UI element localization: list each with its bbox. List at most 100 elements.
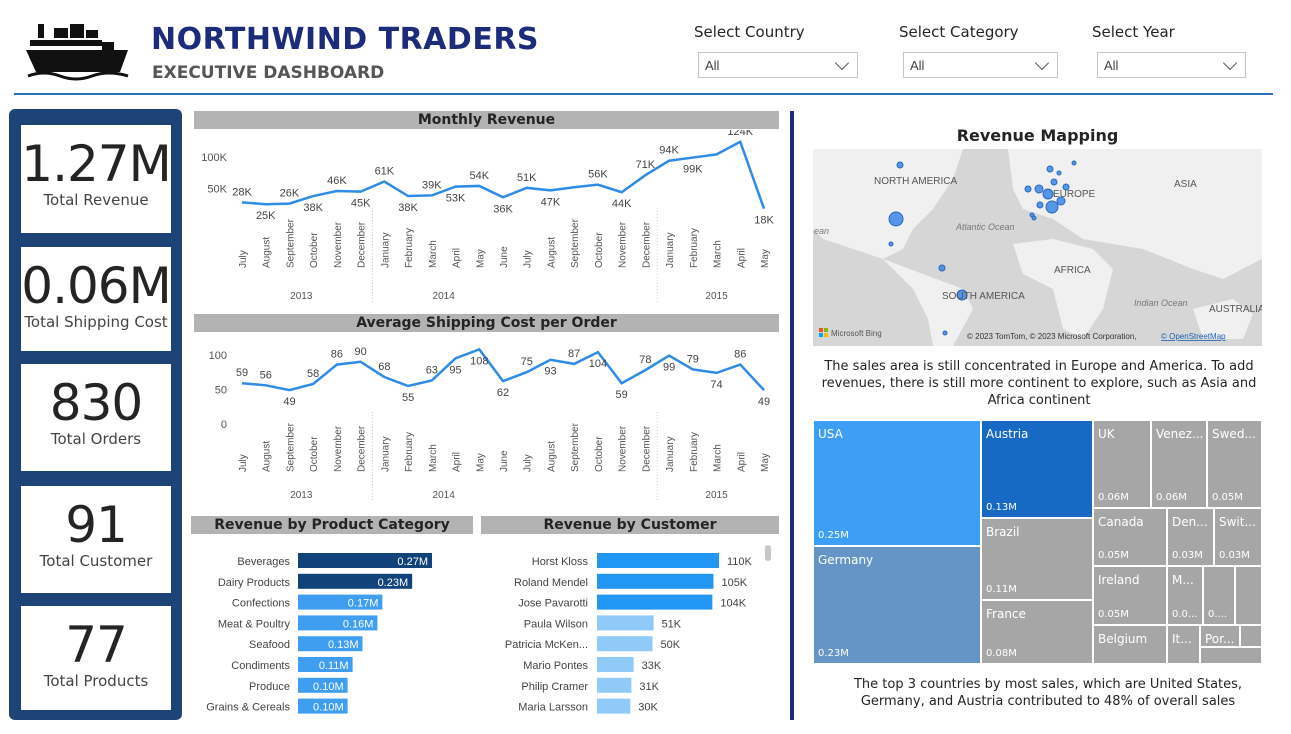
- data-label: 49: [758, 396, 770, 408]
- kpi-card-orders: 830 Total Orders: [21, 364, 171, 471]
- data-label: 104: [589, 358, 607, 370]
- data-label: 56K: [588, 169, 608, 181]
- bar: [597, 553, 719, 568]
- x-tick-label: September: [285, 422, 296, 472]
- product-category-title: Revenue by Product Category: [191, 516, 473, 534]
- treemap-cell[interactable]: USA 0.25M: [813, 420, 981, 546]
- x-tick-label: April: [736, 452, 747, 472]
- treemap-cell[interactable]: It...: [1167, 625, 1200, 664]
- monthly-revenue-chart[interactable]: 100K 50K 28K July 25K August 26K September 38K Oc…: [194, 130, 779, 310]
- category-filter-label: Select Category: [899, 23, 1019, 41]
- country-filter-value: All: [705, 57, 720, 73]
- data-label: 39K: [422, 179, 442, 191]
- x-tick-label: December: [641, 221, 652, 268]
- data-label: 108: [470, 355, 488, 367]
- treemap-cell-unlabeled[interactable]: [1200, 647, 1262, 664]
- bar-value-label: 0.13M: [328, 639, 359, 651]
- treemap-cell-name: M...: [1172, 573, 1194, 587]
- x-tick-label: September: [570, 422, 581, 472]
- kpi-card-products: 77 Total Products: [21, 606, 171, 710]
- x-tick-label: October: [309, 436, 320, 472]
- treemap-cell-name: Germany: [818, 553, 874, 567]
- treemap-cell-value: 0.23M: [818, 648, 849, 659]
- data-label: 46K: [327, 175, 347, 187]
- treemap-cell[interactable]: Swed... 0.05M: [1207, 420, 1262, 508]
- data-label: 68: [378, 361, 390, 373]
- x-tick-label: February: [689, 228, 700, 268]
- data-label: 44K: [612, 198, 632, 210]
- x-tick-label: July: [523, 250, 534, 268]
- product-category-chart[interactable]: Beverages 0.27M Dairy Products 0.23M Confect…: [191, 545, 473, 720]
- treemap-cell-name: UK: [1098, 427, 1115, 441]
- data-label: 47K: [541, 196, 561, 208]
- y-tick-label: 100: [209, 350, 227, 362]
- treemap-cell[interactable]: Ireland 0.05M: [1093, 566, 1167, 625]
- data-label: 87: [568, 348, 580, 360]
- kpi-value: 1.27M: [21, 135, 171, 193]
- data-label: 59: [236, 367, 248, 379]
- treemap-cell[interactable]: Canada 0.05M: [1093, 508, 1167, 566]
- treemap-cell[interactable]: France 0.08M: [981, 600, 1093, 664]
- header-divider: [14, 93, 1273, 95]
- kpi-panel: 1.27M Total Revenue 0.06M Total Shipping…: [9, 109, 182, 720]
- x-tick-label: March: [428, 240, 439, 268]
- category-label: Dairy Products: [218, 577, 291, 589]
- treemap-cell-unlabeled[interactable]: [1235, 566, 1262, 625]
- data-label: 25K: [256, 210, 276, 222]
- chevron-down-icon: [834, 55, 850, 70]
- treemap-cell[interactable]: Venez... 0.06M: [1151, 420, 1207, 508]
- treemap-cell-value: 0....: [1208, 609, 1228, 620]
- treemap-cell[interactable]: 0....: [1203, 566, 1235, 625]
- treemap-cell-value: 0.13M: [986, 502, 1017, 513]
- data-label: 86: [734, 349, 746, 361]
- year-filter-dropdown[interactable]: All: [1097, 52, 1246, 78]
- x-tick-label: September: [570, 218, 581, 268]
- kpi-card-revenue: 1.27M Total Revenue: [21, 125, 172, 233]
- x-tick-label: April: [452, 248, 463, 268]
- x-tick-label: November: [333, 425, 344, 472]
- category-filter-dropdown[interactable]: All: [903, 52, 1058, 78]
- customer-chart[interactable]: Horst Kloss 110K Roland Mendel 105K Jose Pav…: [481, 545, 779, 720]
- avg-shipping-chart[interactable]: 100 50 0 59 July 56 August 49 September 58 October…: [194, 334, 779, 510]
- treemap-cell[interactable]: Swit... 0.03M: [1214, 508, 1262, 566]
- app-subtitle: EXECUTIVE DASHBOARD: [152, 63, 385, 83]
- treemap-cell[interactable]: Austria 0.13M: [981, 420, 1093, 518]
- treemap-cell[interactable]: Belgium: [1093, 625, 1167, 664]
- treemap-cell-name: It...: [1172, 632, 1192, 646]
- data-label: 79: [687, 353, 699, 365]
- data-label: 124K: [727, 130, 753, 138]
- treemap-cell[interactable]: Den... 0.03M: [1167, 508, 1214, 566]
- treemap-cell[interactable]: Brazil 0.11M: [981, 518, 1093, 600]
- year-label: 2013: [290, 490, 313, 501]
- data-label: 45K: [351, 198, 371, 210]
- data-label: 93: [544, 366, 556, 378]
- treemap-cell[interactable]: UK 0.06M: [1093, 420, 1151, 508]
- category-label: Seafood: [249, 639, 290, 651]
- treemap-cell[interactable]: M... 0.0...: [1167, 566, 1203, 625]
- treemap-cell-name: Austria: [986, 427, 1029, 441]
- data-label: 63: [426, 364, 438, 376]
- country-filter-dropdown[interactable]: All: [698, 52, 858, 78]
- treemap-cell-name: Por...: [1205, 632, 1235, 646]
- x-tick-label: March: [428, 444, 439, 472]
- x-tick-label: October: [594, 232, 605, 268]
- treemap-cell[interactable]: Germany 0.23M: [813, 546, 981, 664]
- data-label: 94K: [659, 145, 679, 157]
- country-treemap[interactable]: USA 0.25M Germany 0.23M Austria 0.13M Brazil 0.…: [813, 420, 1262, 664]
- treemap-cell-unlabeled[interactable]: [1240, 625, 1262, 647]
- kpi-value: 0.06M: [21, 257, 171, 315]
- treemap-cell[interactable]: Por...: [1200, 625, 1240, 647]
- kpi-card-shipping: 0.06M Total Shipping Cost: [21, 247, 172, 351]
- map-label-south-america: SOUTH AMERICA: [942, 291, 1025, 302]
- category-label: Philip Cramer: [521, 681, 588, 693]
- map-label-europe: EUROPE: [1053, 189, 1096, 200]
- avg-shipping-title: Average Shipping Cost per Order: [194, 314, 779, 332]
- year-label: 2014: [433, 490, 456, 501]
- category-filter-value: All: [910, 57, 925, 73]
- map-label-indian: Indian Ocean: [1134, 298, 1188, 308]
- revenue-map[interactable]: NORTH AMERICA EUROPE ASIA AFRICA SOUTH A…: [813, 149, 1262, 346]
- x-tick-label: August: [262, 441, 273, 472]
- osm-link[interactable]: © OpenStreetMap: [1161, 332, 1226, 341]
- x-tick-label: August: [546, 441, 557, 472]
- bar-value-label: 0.17M: [348, 598, 379, 610]
